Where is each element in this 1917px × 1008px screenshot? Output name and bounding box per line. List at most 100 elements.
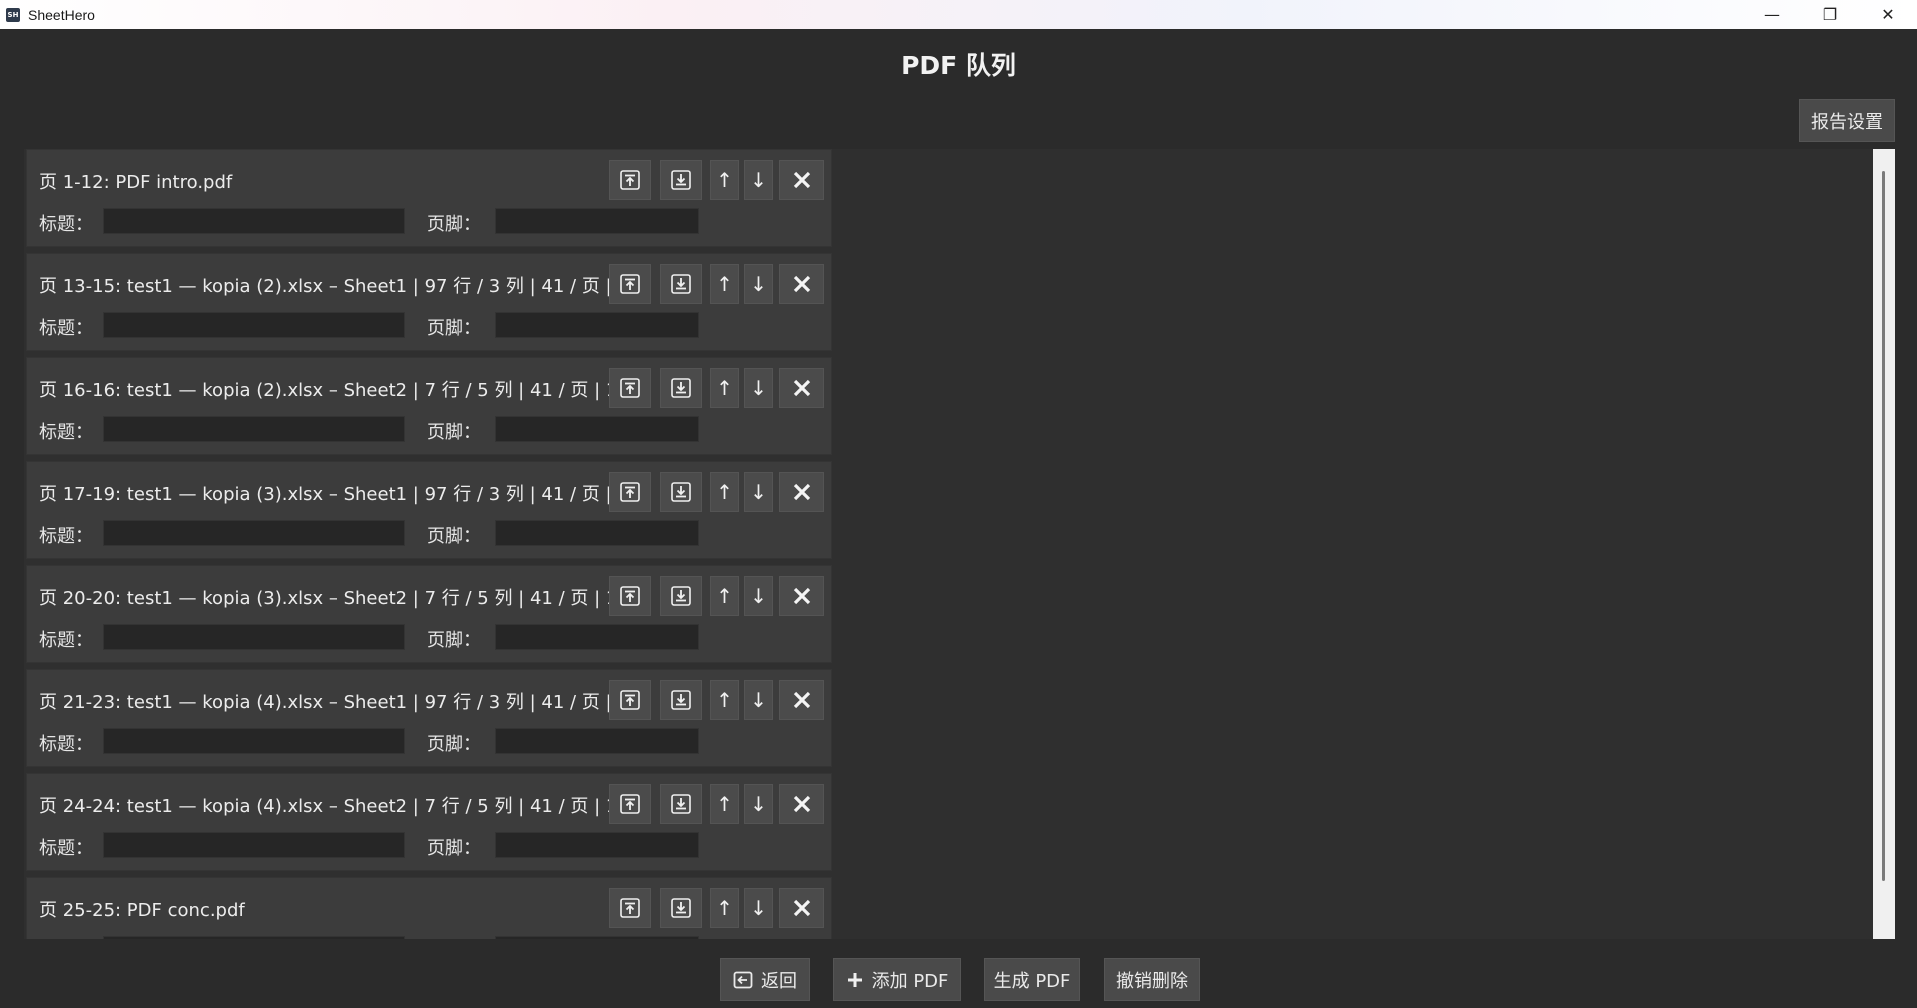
arrow-up-icon: ↑	[716, 168, 733, 192]
move-to-bottom-button[interactable]	[660, 680, 702, 720]
footer-input[interactable]	[495, 312, 699, 338]
move-up-button[interactable]: ↑	[710, 472, 739, 512]
move-down-button[interactable]: ↓	[744, 160, 773, 200]
title-input[interactable]	[103, 520, 405, 546]
move-down-button[interactable]: ↓	[744, 472, 773, 512]
title-input[interactable]	[103, 936, 405, 939]
remove-item-button[interactable]	[779, 264, 824, 304]
title-field-label: 标题：	[39, 630, 93, 651]
move-down-button[interactable]: ↓	[744, 680, 773, 720]
pdf-queue-list[interactable]: 页 1-12: PDF intro.pdf ↑ ↓ 标题： 页脚： 页 13-15: te…	[24, 149, 1874, 939]
footer-field-label: 页脚：	[427, 838, 481, 859]
footer-input[interactable]	[495, 208, 699, 234]
back-button-label: 返回	[761, 970, 797, 992]
move-to-bottom-button[interactable]	[660, 264, 702, 304]
close-icon	[792, 482, 812, 502]
queue-scrollbar[interactable]	[1873, 149, 1895, 939]
move-to-top-button[interactable]	[609, 264, 651, 304]
close-window-button[interactable]: ✕	[1859, 0, 1917, 29]
move-to-top-button[interactable]	[609, 368, 651, 408]
move-up-button[interactable]: ↑	[710, 368, 739, 408]
move-to-bottom-button[interactable]	[660, 368, 702, 408]
undo-delete-button[interactable]: 撤销删除	[1104, 958, 1200, 1001]
report-settings-button[interactable]: 报告设置	[1799, 99, 1895, 142]
queue-item-title: 页 25-25: PDF conc.pdf	[39, 900, 245, 921]
move-to-bottom-icon	[670, 897, 692, 919]
remove-item-button[interactable]	[779, 472, 824, 512]
app-logo-icon: SH	[6, 7, 20, 22]
title-input[interactable]	[103, 624, 405, 650]
window-controls: — ❐ ✕	[1743, 0, 1917, 29]
move-up-button[interactable]: ↑	[710, 888, 739, 928]
move-to-bottom-icon	[670, 793, 692, 815]
move-to-bottom-button[interactable]	[660, 888, 702, 928]
move-up-button[interactable]: ↑	[710, 264, 739, 304]
move-to-top-button[interactable]	[609, 576, 651, 616]
footer-field-label: 页脚：	[427, 734, 481, 755]
minimize-button[interactable]: —	[1743, 0, 1801, 29]
queue-item-title: 页 24-24: test1 — kopia (4).xlsx – Sheet2…	[39, 796, 617, 817]
back-button[interactable]: 返回	[720, 958, 810, 1001]
queue-item: 页 1-12: PDF intro.pdf ↑ ↓ 标题： 页脚：	[26, 149, 832, 247]
move-down-button[interactable]: ↓	[744, 368, 773, 408]
title-input[interactable]	[103, 832, 405, 858]
queue-scrollbar-thumb[interactable]	[1882, 171, 1885, 881]
move-up-button[interactable]: ↑	[710, 680, 739, 720]
move-to-top-button[interactable]	[609, 888, 651, 928]
arrow-up-icon: ↑	[716, 792, 733, 816]
arrow-down-icon: ↓	[750, 480, 767, 504]
title-input[interactable]	[103, 312, 405, 338]
minimize-icon: —	[1764, 5, 1780, 24]
title-field-label: 标题：	[39, 838, 93, 859]
remove-item-button[interactable]	[779, 160, 824, 200]
remove-item-button[interactable]	[779, 784, 824, 824]
arrow-down-icon: ↓	[750, 168, 767, 192]
move-to-bottom-button[interactable]	[660, 576, 702, 616]
arrow-down-icon: ↓	[750, 896, 767, 920]
footer-input[interactable]	[495, 624, 699, 650]
move-to-top-icon	[619, 897, 641, 919]
move-to-bottom-button[interactable]	[660, 472, 702, 512]
move-down-button[interactable]: ↓	[744, 888, 773, 928]
arrow-down-icon: ↓	[750, 272, 767, 296]
move-to-bottom-button[interactable]	[660, 160, 702, 200]
remove-item-button[interactable]	[779, 888, 824, 928]
queue-item-title: 页 20-20: test1 — kopia (3).xlsx – Sheet2…	[39, 588, 617, 609]
move-up-button[interactable]: ↑	[710, 160, 739, 200]
move-up-button[interactable]: ↑	[710, 784, 739, 824]
move-to-top-button[interactable]	[609, 472, 651, 512]
move-to-bottom-button[interactable]	[660, 784, 702, 824]
arrow-up-icon: ↑	[716, 688, 733, 712]
move-to-top-button[interactable]	[609, 160, 651, 200]
queue-item-title: 页 1-12: PDF intro.pdf	[39, 172, 233, 193]
footer-field-label: 页脚：	[427, 938, 481, 939]
add-pdf-button[interactable]: 添加 PDF	[833, 958, 961, 1001]
footer-input[interactable]	[495, 832, 699, 858]
arrow-down-icon: ↓	[750, 792, 767, 816]
move-to-top-button[interactable]	[609, 784, 651, 824]
move-down-button[interactable]: ↓	[744, 264, 773, 304]
move-to-top-icon	[619, 689, 641, 711]
arrow-down-icon: ↓	[750, 584, 767, 608]
title-input[interactable]	[103, 416, 405, 442]
back-icon	[733, 971, 753, 988]
footer-input[interactable]	[495, 416, 699, 442]
footer-input[interactable]	[495, 936, 699, 939]
window-titlebar: SH SheetHero — ❐ ✕	[0, 0, 1917, 29]
title-input[interactable]	[103, 728, 405, 754]
move-to-top-icon	[619, 481, 641, 503]
remove-item-button[interactable]	[779, 368, 824, 408]
title-input[interactable]	[103, 208, 405, 234]
move-down-button[interactable]: ↓	[744, 576, 773, 616]
move-down-button[interactable]: ↓	[744, 784, 773, 824]
arrow-down-icon: ↓	[750, 688, 767, 712]
restore-button[interactable]: ❐	[1801, 0, 1859, 29]
move-to-top-button[interactable]	[609, 680, 651, 720]
remove-item-button[interactable]	[779, 680, 824, 720]
remove-item-button[interactable]	[779, 576, 824, 616]
queue-item: 页 24-24: test1 — kopia (4).xlsx – Sheet2…	[26, 773, 832, 871]
generate-pdf-button[interactable]: 生成 PDF	[984, 958, 1080, 1001]
footer-input[interactable]	[495, 728, 699, 754]
footer-input[interactable]	[495, 520, 699, 546]
move-up-button[interactable]: ↑	[710, 576, 739, 616]
